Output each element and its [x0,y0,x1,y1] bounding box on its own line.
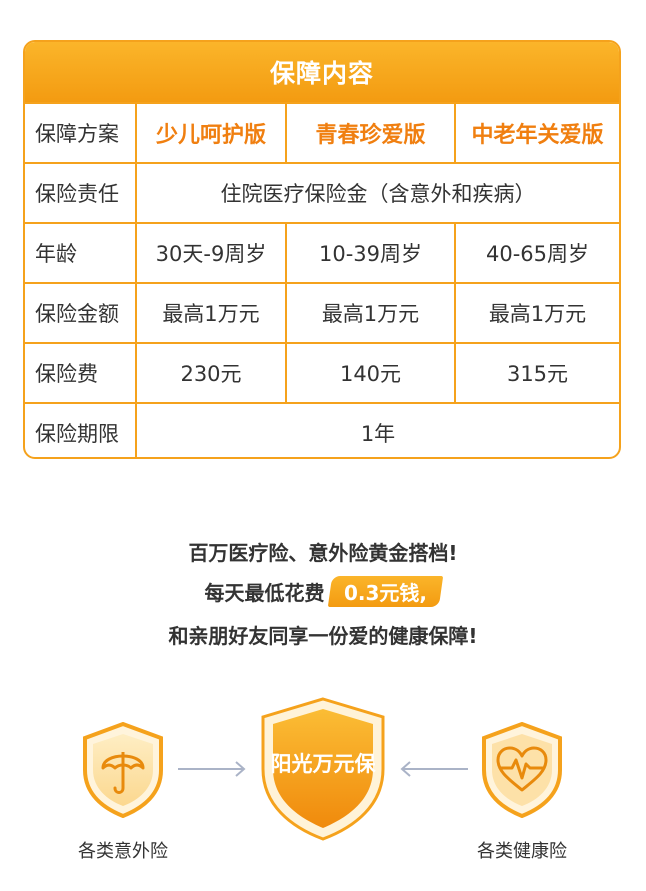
slogan-prefix: 每天最低花费 [204,581,325,605]
plan-youth: 青春珍爱版 [285,104,454,162]
heart-shield [480,722,564,818]
table-cell: 10-39周岁 [285,224,454,282]
table-cell: 230元 [135,344,285,402]
table-row: 年龄 30天-9周岁 10-39周岁 40-65周岁 [25,222,619,282]
plan-senior: 中老年关爱版 [454,104,619,162]
slogan-line-1: 百万医疗险、意外险黄金搭档! [188,541,458,565]
table-cell: 最高1万元 [135,284,285,342]
umbrella-icon [83,722,163,818]
product-name: 阳光万元保 [270,752,376,776]
slogan-line-2: 每天最低花费 0.3元钱, [0,576,646,607]
table-cell: 40-65周岁 [454,224,619,282]
row-label: 保障方案 [35,122,119,146]
term-value: 1年 [135,404,619,457]
row-label: 保险费 [35,362,98,386]
row-label: 保险期限 [35,421,119,446]
row-label: 保险责任 [35,182,119,206]
table-cell: 最高1万元 [454,284,619,342]
table-row: 保险金额 最高1万元 最高1万元 最高1万元 [25,282,619,342]
table-row: 保险费 230元 140元 315元 [25,342,619,402]
arrow-right-icon [178,761,246,777]
table-row: 保险期限 1年 [25,402,619,457]
price-badge: 0.3元钱, [328,576,444,607]
plan-kids: 少儿呵护版 [135,104,285,162]
umbrella-shield [81,722,165,818]
right-label: 各类健康险 [477,841,567,862]
table-row: 保险责任 住院医疗保险金（含意外和疾病） [25,162,619,222]
table-cell: 30天-9周岁 [135,224,285,282]
coverage-table: 保障内容 保障方案 少儿呵护版 青春珍爱版 中老年关爱版 保险责任 住院医疗保险… [23,40,621,459]
table-cell: 140元 [285,344,454,402]
table-cell: 最高1万元 [285,284,454,342]
slogan-line-3: 和亲朋好友同享一份爱的健康保障! [168,624,478,648]
table-cell: 315元 [454,344,619,402]
row-label: 年龄 [35,242,77,266]
heart-pulse-icon [482,722,562,818]
arrow-left-icon [400,761,468,777]
table-title: 保障内容 [25,42,619,102]
row-label: 保险金额 [35,302,119,326]
liability-value: 住院医疗保险金（含意外和疾病） [135,164,619,222]
left-label: 各类意外险 [78,841,168,862]
table-row: 保障方案 少儿呵护版 青春珍爱版 中老年关爱版 [25,102,619,162]
